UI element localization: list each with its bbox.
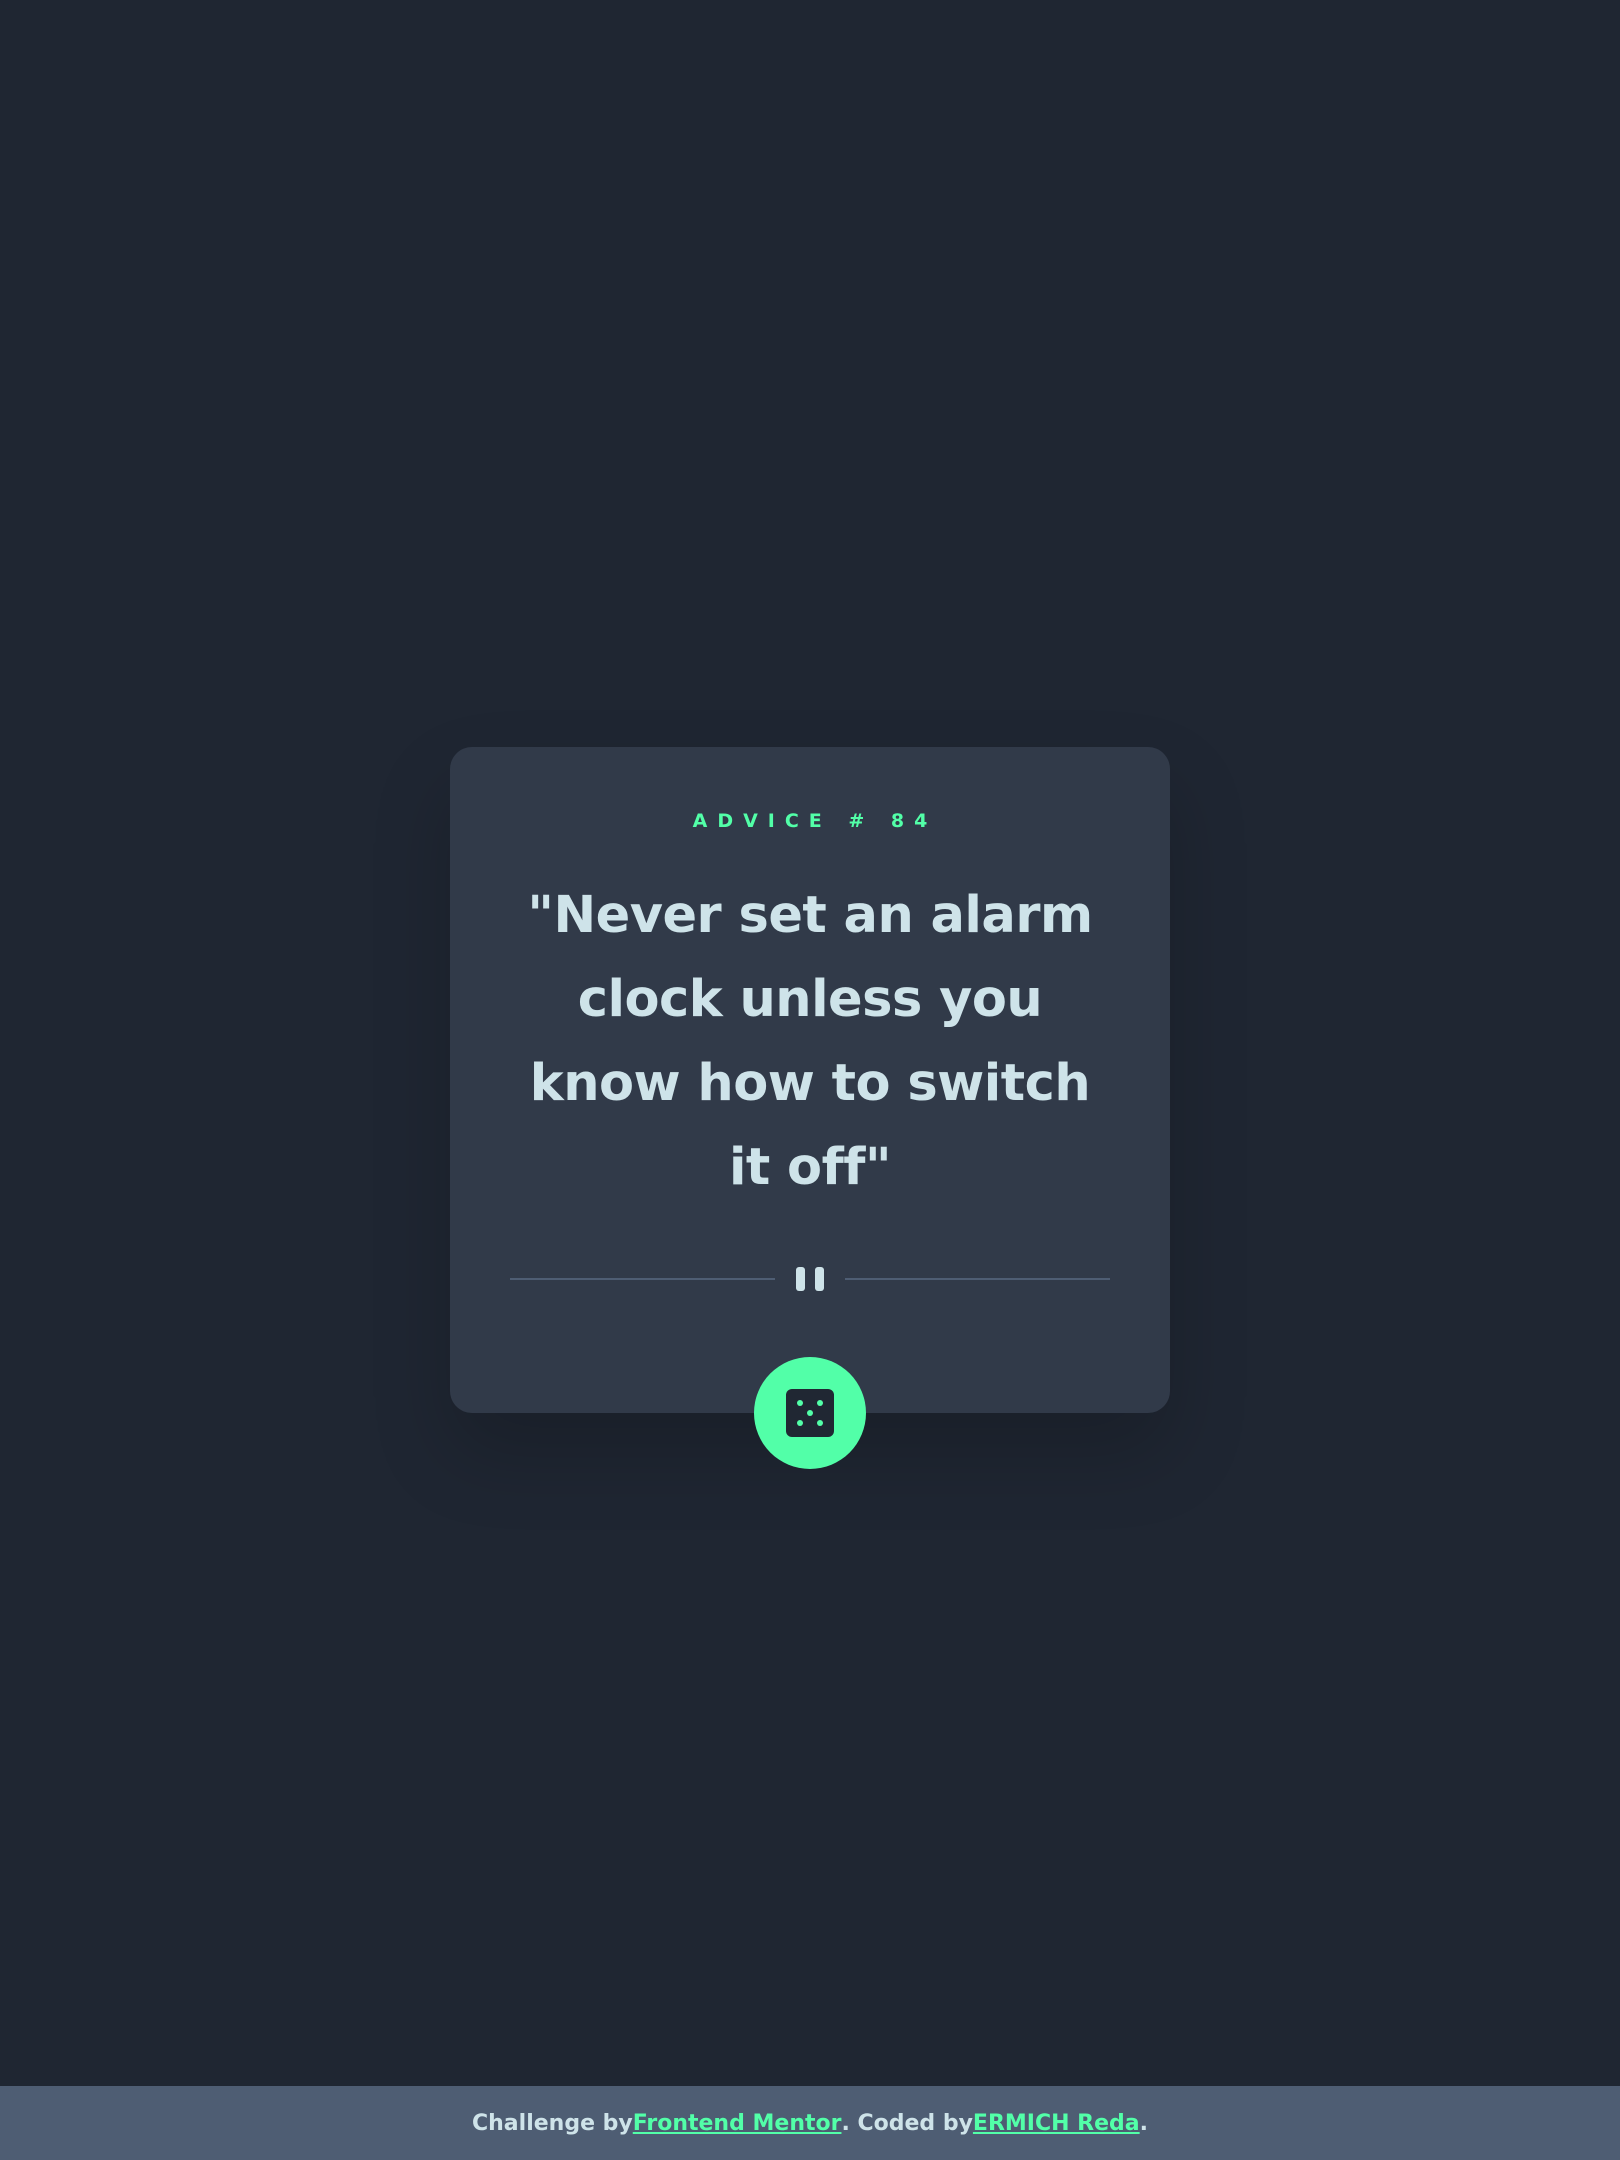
footer-middle: . Coded by [841,2110,973,2136]
divider-line-right [845,1278,1110,1280]
footer-prefix: Challenge by [472,2110,633,2136]
advice-id: ADVICE # 84 [692,810,938,832]
dice-icon [786,1389,834,1437]
advice-card: ADVICE # 84 "Never set an alarm clock un… [450,747,1170,1413]
new-advice-button[interactable] [754,1357,866,1469]
divider [510,1265,1110,1293]
pause-icon [796,1267,824,1291]
frontend-mentor-link[interactable]: Frontend Mentor [633,2111,842,2136]
divider-line-left [510,1278,775,1280]
footer: Challenge by Frontend Mentor . Coded by … [0,2086,1620,2160]
author-link[interactable]: ERMICH Reda [973,2111,1140,2136]
page: ADVICE # 84 "Never set an alarm clock un… [0,0,1620,2160]
footer-suffix: . [1139,2110,1148,2136]
advice-quote: "Never set an alarm clock unless you kno… [527,886,1093,1197]
